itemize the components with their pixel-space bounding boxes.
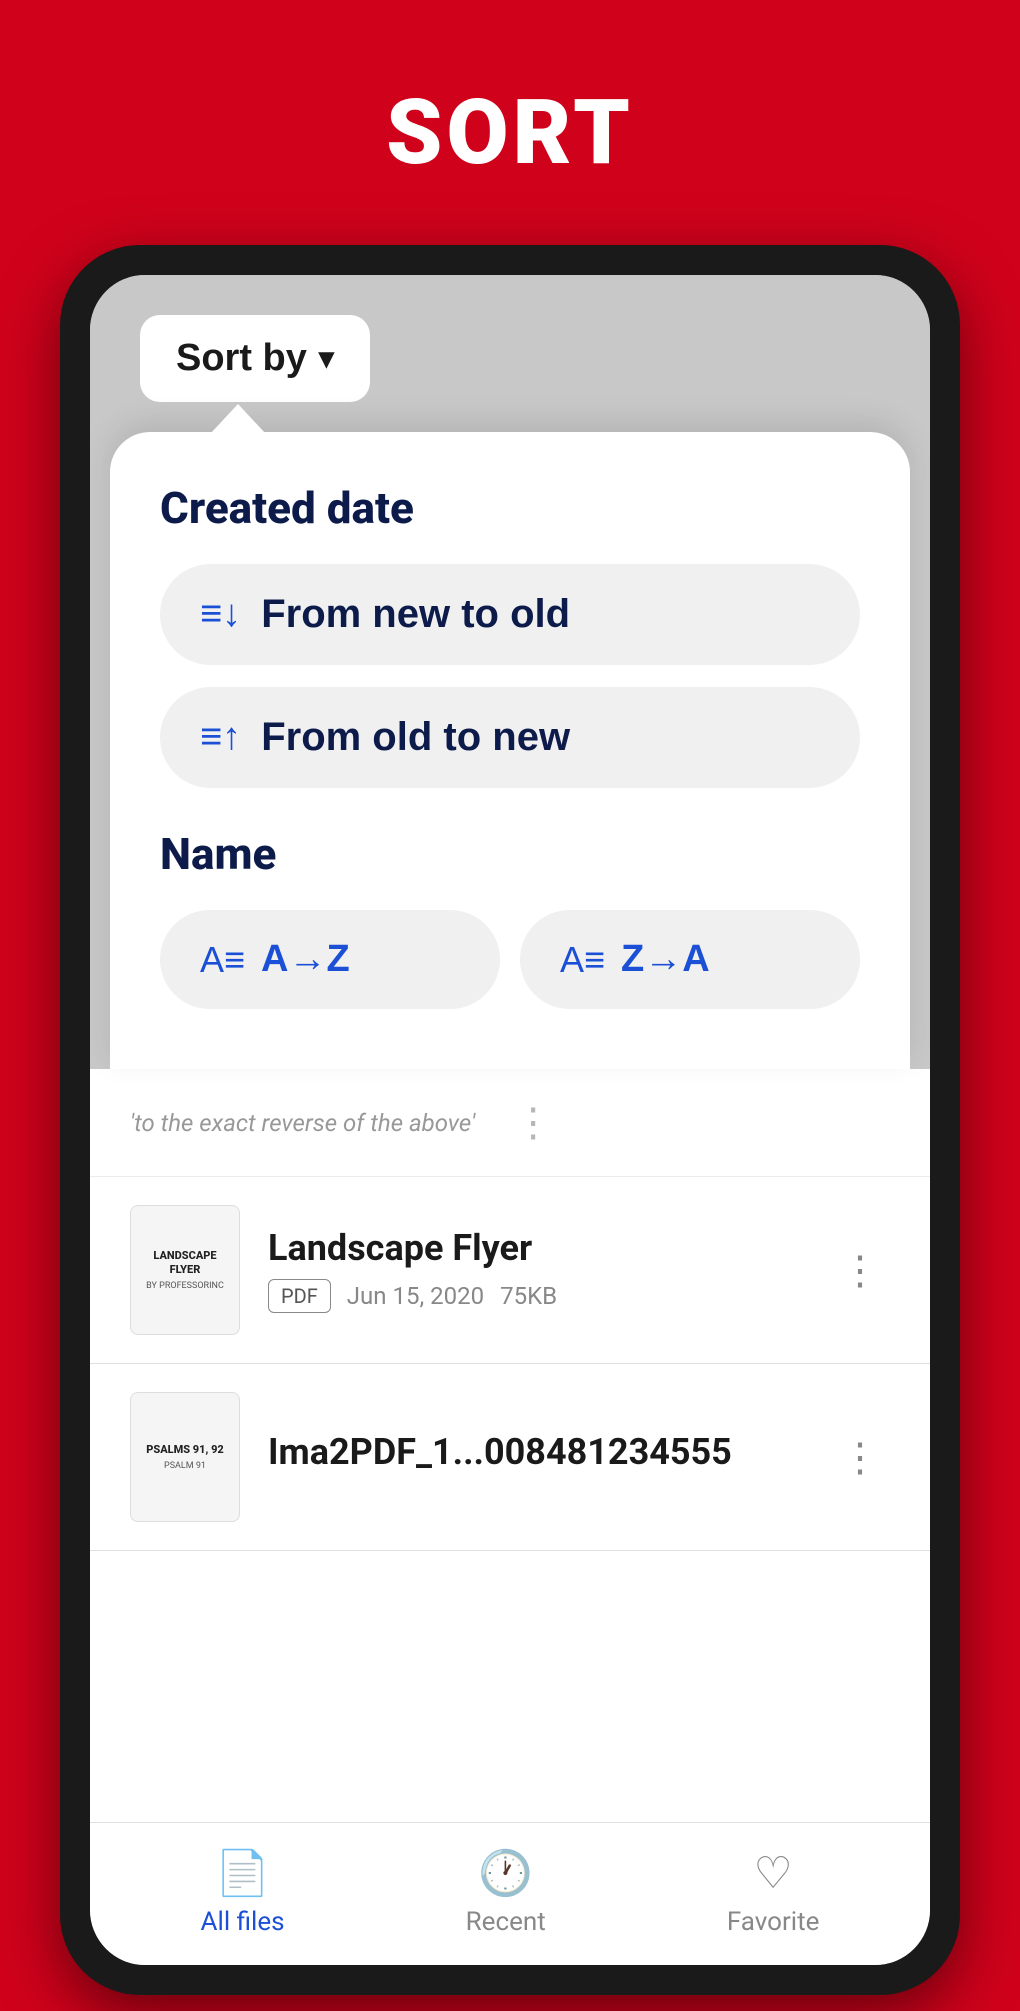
partial-content: 'to the exact reverse of the above' ⋮ <box>90 1069 930 1177</box>
za-icon: A≡ <box>560 939 605 981</box>
nav-item-recent[interactable]: 🕐 Recent <box>466 1847 546 1937</box>
sort-down-icon: ≡↓ <box>200 593 241 636</box>
more-options-icon[interactable]: ⋮ <box>503 1089 563 1156</box>
sort-new-to-old-label: From new to old <box>261 592 570 637</box>
created-date-section-title: Created date <box>160 482 860 534</box>
thumb-title-2: PSALMS 91, 92 <box>146 1443 224 1457</box>
table-row: LANDSCAPE FLYER BY PROFESSORINC Landscap… <box>90 1177 930 1364</box>
file-info-2: Ima2PDF_1...008481234555 <box>268 1431 802 1483</box>
sort-by-button[interactable]: Sort by ▾ <box>140 315 370 402</box>
more-options-icon-1[interactable]: ⋮ <box>830 1237 890 1304</box>
file-meta-1: PDF Jun 15, 2020 75KB <box>268 1279 802 1313</box>
phone-frame: Sort by ▾ Created date ≡↓ From new to ol… <box>60 245 960 1995</box>
sort-by-label: Sort by <box>176 337 307 380</box>
thumb-title-1: LANDSCAPE FLYER <box>139 1249 231 1278</box>
sort-dropdown-panel: Created date ≡↓ From new to old ≡↑ From … <box>110 432 910 1069</box>
sort-up-icon: ≡↑ <box>200 716 241 759</box>
sort-old-to-new-option[interactable]: ≡↑ From old to new <box>160 687 860 788</box>
chevron-down-icon: ▾ <box>319 341 334 376</box>
favorite-label: Favorite <box>727 1907 820 1937</box>
name-options-row: A≡ A→Z A≡ Z→A <box>160 910 860 1009</box>
name-section: Name A≡ A→Z A≡ Z→A <box>160 828 860 1009</box>
file-size-1: 75KB <box>500 1282 557 1310</box>
partial-text: 'to the exact reverse of the above' <box>130 1109 475 1137</box>
sort-a-to-z-label: A→Z <box>261 938 350 981</box>
file-thumbnail-2: PSALMS 91, 92 PSALM 91 <box>130 1392 240 1522</box>
recent-icon: 🕐 <box>478 1847 533 1899</box>
file-name-1: Landscape Flyer <box>268 1227 802 1269</box>
page-title: SORT <box>386 80 634 185</box>
file-type-badge-1: PDF <box>268 1279 331 1313</box>
phone-screen: Sort by ▾ Created date ≡↓ From new to ol… <box>90 275 930 1965</box>
table-row: PSALMS 91, 92 PSALM 91 Ima2PDF_1...00848… <box>90 1364 930 1551</box>
sort-z-to-a-option[interactable]: A≡ Z→A <box>520 910 860 1009</box>
az-icon: A≡ <box>200 939 245 981</box>
file-list: 'to the exact reverse of the above' ⋮ LA… <box>90 1069 930 1822</box>
file-date-1: Jun 15, 2020 <box>347 1282 484 1310</box>
file-info-1: Landscape Flyer PDF Jun 15, 2020 75KB <box>268 1227 802 1313</box>
thumb-subtitle-1: BY PROFESSORINC <box>146 1281 224 1291</box>
nav-item-all-files[interactable]: 📄 All files <box>201 1847 285 1937</box>
bottom-nav: 📄 All files 🕐 Recent ♡ Favorite <box>90 1822 930 1965</box>
nav-item-favorite[interactable]: ♡ Favorite <box>727 1847 820 1937</box>
favorite-icon: ♡ <box>753 1847 792 1899</box>
file-thumbnail: LANDSCAPE FLYER BY PROFESSORINC <box>130 1205 240 1335</box>
all-files-icon: 📄 <box>215 1847 270 1899</box>
sort-z-to-a-label: Z→A <box>621 938 710 981</box>
name-section-title: Name <box>160 828 860 880</box>
all-files-label: All files <box>201 1907 285 1937</box>
sort-old-to-new-label: From old to new <box>261 715 570 760</box>
sort-a-to-z-option[interactable]: A≡ A→Z <box>160 910 500 1009</box>
thumb-subtitle-2: PSALM 91 <box>164 1461 206 1471</box>
more-options-icon-2[interactable]: ⋮ <box>830 1424 890 1491</box>
sort-new-to-old-option[interactable]: ≡↓ From new to old <box>160 564 860 665</box>
file-name-2: Ima2PDF_1...008481234555 <box>268 1431 802 1473</box>
recent-label: Recent <box>466 1907 546 1937</box>
